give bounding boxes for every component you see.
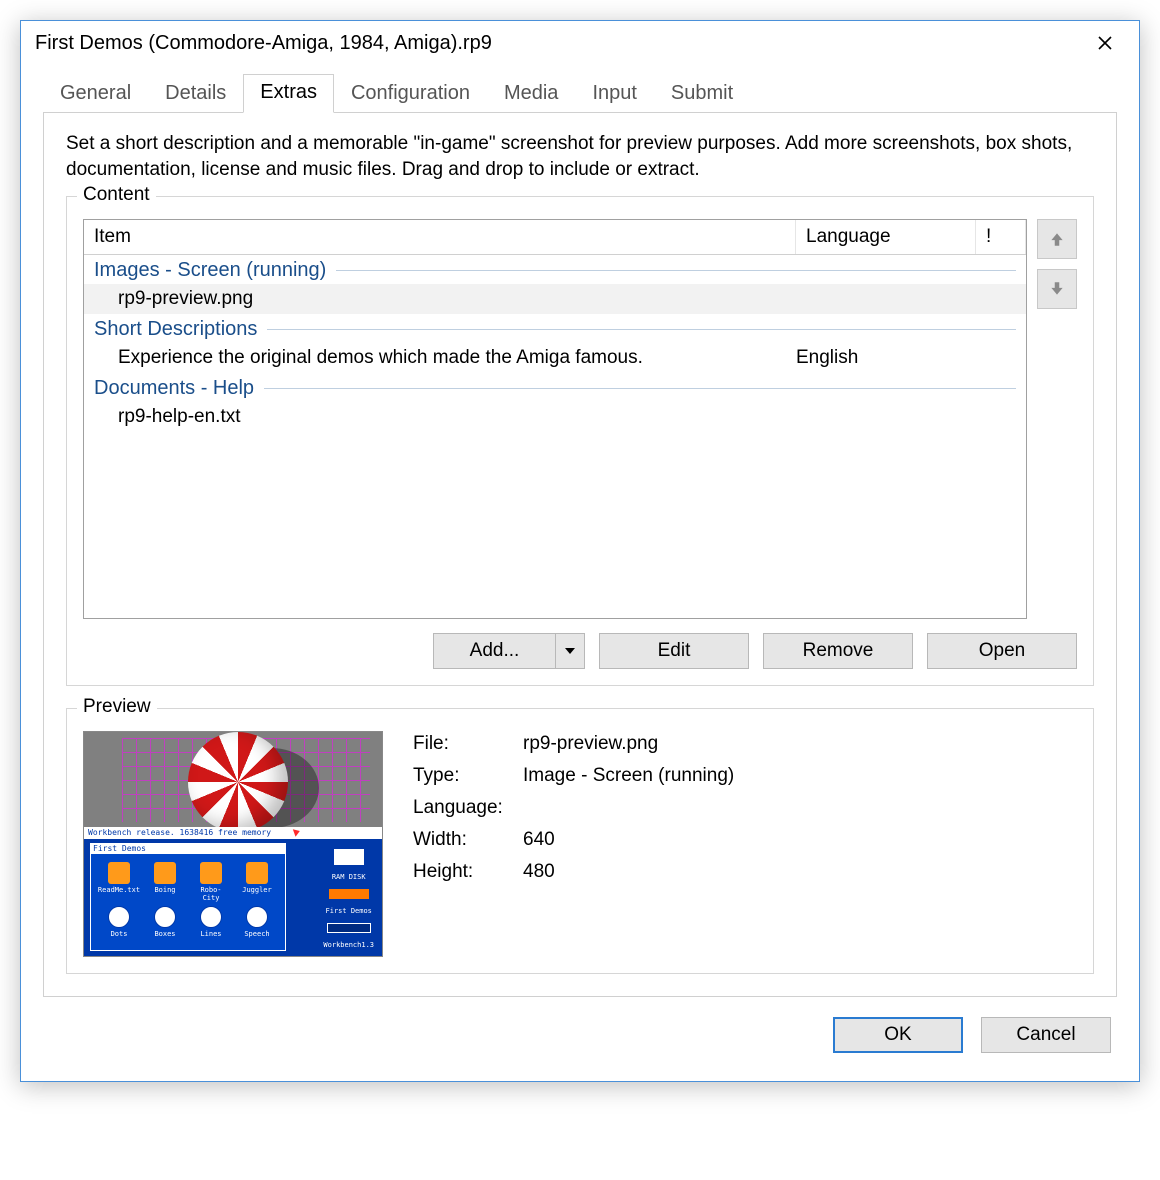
list-item-text: Experience the original demos which made… <box>84 347 796 369</box>
add-dropdown-button[interactable] <box>556 634 584 668</box>
label-width: Width: <box>413 829 523 851</box>
list-item-language <box>796 406 976 428</box>
tab-extras[interactable]: Extras <box>243 74 334 113</box>
list-item-language <box>796 288 976 310</box>
list-item-text: rp9-help-en.txt <box>84 406 796 428</box>
dialog-window: First Demos (Commodore-Amiga, 1984, Amig… <box>20 20 1140 1082</box>
titlebar: First Demos (Commodore-Amiga, 1984, Amig… <box>21 21 1139 65</box>
content-listbox[interactable]: Item Language ! Images - Screen (running… <box>83 219 1027 619</box>
move-up-button[interactable] <box>1037 219 1077 259</box>
tabstrip: General Details Extras Configuration Med… <box>43 73 1117 113</box>
tab-configuration[interactable]: Configuration <box>334 75 487 113</box>
add-button[interactable]: Add... <box>434 634 556 668</box>
intro-text: Set a short description and a memorable … <box>66 131 1094 182</box>
dialog-footer: OK Cancel <box>43 997 1117 1059</box>
window-title: First Demos (Commodore-Amiga, 1984, Amig… <box>35 32 1085 55</box>
content-list-body: Images - Screen (running) rp9-preview.pn… <box>84 255 1026 432</box>
dialog-body: General Details Extras Configuration Med… <box>21 73 1139 1081</box>
move-down-button[interactable] <box>1037 269 1077 309</box>
preview-metadata: File: rp9-preview.png Type: Image - Scre… <box>413 733 734 883</box>
boing-ball-icon <box>188 732 288 832</box>
remove-button[interactable]: Remove <box>763 633 913 669</box>
content-actions: Add... Edit Remove Open <box>83 633 1077 669</box>
reorder-controls <box>1037 219 1077 619</box>
tab-general[interactable]: General <box>43 75 148 113</box>
panel-title: First Demos <box>91 844 285 854</box>
tab-submit[interactable]: Submit <box>654 75 750 113</box>
col-header-language[interactable]: Language <box>796 220 976 254</box>
chevron-down-icon <box>564 645 576 657</box>
category-header: Short Descriptions <box>84 314 1026 343</box>
content-list-wrap: Item Language ! Images - Screen (running… <box>83 219 1077 619</box>
category-title: Short Descriptions <box>94 318 257 341</box>
value-type: Image - Screen (running) <box>523 765 734 787</box>
preview-inner: Workbench release. 1638416 free memory F… <box>83 731 1077 957</box>
category-header: Documents - Help <box>84 373 1026 402</box>
content-group: Content Item Language ! Images - Screen … <box>66 196 1094 686</box>
content-list-header: Item Language ! <box>84 220 1026 255</box>
tab-details[interactable]: Details <box>148 75 243 113</box>
label-file: File: <box>413 733 523 755</box>
open-button[interactable]: Open <box>927 633 1077 669</box>
category-header: Images - Screen (running) <box>84 255 1026 284</box>
arrow-down-icon <box>1048 280 1066 298</box>
cancel-button[interactable]: Cancel <box>981 1017 1111 1053</box>
close-button[interactable] <box>1085 27 1125 59</box>
edit-button[interactable]: Edit <box>599 633 749 669</box>
tab-panel-extras: Set a short description and a memorable … <box>43 113 1117 997</box>
label-type: Type: <box>413 765 523 787</box>
preview-group-legend: Preview <box>77 696 157 718</box>
value-language <box>523 797 734 819</box>
close-icon <box>1097 35 1113 51</box>
list-item[interactable]: rp9-preview.png <box>84 284 1026 314</box>
content-group-legend: Content <box>77 184 156 206</box>
list-item-text: rp9-preview.png <box>84 288 796 310</box>
value-height: 480 <box>523 861 734 883</box>
category-title: Documents - Help <box>94 377 254 400</box>
ok-button[interactable]: OK <box>833 1017 963 1053</box>
arrow-up-icon <box>1048 230 1066 248</box>
value-width: 640 <box>523 829 734 851</box>
workbench-titlebar: Workbench release. 1638416 free memory <box>84 827 382 839</box>
label-language: Language: <box>413 797 523 819</box>
list-item[interactable]: rp9-help-en.txt <box>84 402 1026 432</box>
list-item-language: English <box>796 347 976 369</box>
label-height: Height: <box>413 861 523 883</box>
tab-media[interactable]: Media <box>487 75 575 113</box>
category-title: Images - Screen (running) <box>94 259 326 282</box>
preview-group: Preview Workbench release. 1638416 free … <box>66 708 1094 974</box>
col-header-item[interactable]: Item <box>84 220 796 254</box>
add-split-button: Add... <box>433 633 585 669</box>
value-file: rp9-preview.png <box>523 733 734 755</box>
list-item[interactable]: Experience the original demos which made… <box>84 343 1026 373</box>
tab-input[interactable]: Input <box>575 75 653 113</box>
col-header-bang[interactable]: ! <box>976 220 1026 254</box>
preview-thumbnail: Workbench release. 1638416 free memory F… <box>83 731 383 957</box>
